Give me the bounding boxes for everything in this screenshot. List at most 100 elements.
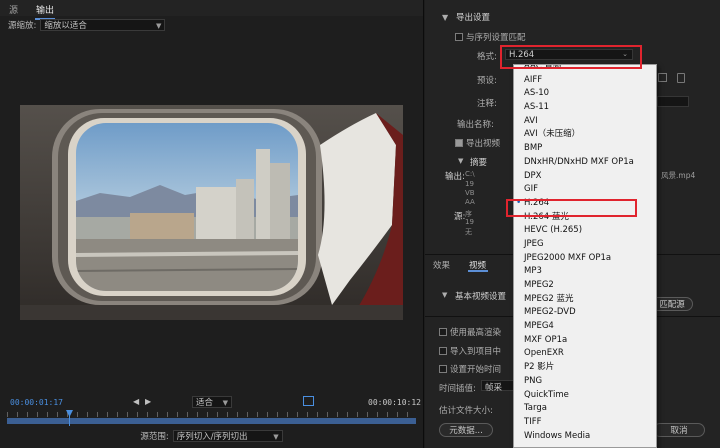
mark-in-button[interactable]: ◀	[133, 397, 139, 406]
tab-effects[interactable]: 效果	[433, 259, 450, 271]
checkbox[interactable]	[455, 33, 463, 41]
source-scaling-dropdown[interactable]: 缩放以适合 ▼	[40, 19, 166, 31]
import-into-project-label: 导入到项目中	[450, 347, 502, 357]
format-option[interactable]: DNxHR/DNxHD MXF OP1a	[514, 156, 656, 170]
format-option[interactable]: DPX	[514, 170, 656, 184]
source-range-dropdown[interactable]: 序列切入/序列切出 ▼	[172, 430, 283, 442]
format-option[interactable]: AS-11	[514, 101, 656, 115]
format-option[interactable]: HEVC (H.265)	[514, 224, 656, 238]
use-max-render-checkbox[interactable]: 使用最高渲染	[439, 326, 501, 338]
duration-timecode: 00:00:10:12	[368, 398, 421, 407]
mark-out-button[interactable]: ▶	[145, 397, 151, 406]
zoom-fit-value: 适合	[196, 398, 214, 408]
delete-preset-icon[interactable]	[677, 73, 685, 83]
collapse-arrow-icon[interactable]: ▼	[458, 157, 463, 165]
match-sequence-label: 与序列设置匹配	[466, 33, 526, 43]
source-range-row: 源范围: 序列切入/序列切出 ▼	[0, 428, 423, 444]
checkbox[interactable]	[439, 328, 447, 336]
summary-heading: 摘要	[470, 158, 488, 168]
monitor-tabs: 源 输出	[0, 0, 423, 20]
format-option[interactable]: AS-10	[514, 87, 656, 101]
h264-highlight-box	[506, 199, 637, 217]
chevron-down-icon: ▼	[222, 399, 228, 407]
chevron-down-icon: ▼	[155, 22, 162, 30]
format-option[interactable]: JPEG2000 MXF OP1a	[514, 252, 656, 266]
output-name-label: 输出名称:	[457, 120, 494, 130]
playhead-line	[69, 414, 70, 426]
export-settings-title: 导出设置	[456, 13, 491, 23]
current-timecode[interactable]: 00:00:01:17	[10, 398, 63, 407]
source-range-value: 序列切入/序列切出	[176, 432, 248, 442]
format-option[interactable]: MPEG2-DVD	[514, 306, 656, 320]
match-source-label: 匹配源	[659, 300, 685, 310]
checkbox[interactable]	[455, 139, 463, 147]
format-option[interactable]: BMP	[514, 142, 656, 156]
video-preview	[20, 105, 403, 320]
output-summary-label: 输出:	[445, 172, 465, 182]
source-detail-line: 无	[465, 228, 472, 236]
format-option[interactable]: MPEG2 蓝光	[514, 293, 656, 307]
preset-label: 预设:	[477, 76, 497, 86]
format-option[interactable]: AVI	[514, 115, 656, 129]
basic-video-settings-heading: 基本视频设置	[455, 292, 507, 302]
source-scaling-value: 缩放以适合	[44, 21, 87, 31]
source-scaling-label: 源缩放:	[8, 21, 37, 31]
format-option[interactable]: AIFF	[514, 74, 656, 88]
format-option[interactable]: AVI（未压缩）	[514, 128, 656, 142]
tab-output[interactable]: 输出	[34, 3, 56, 20]
format-option[interactable]: GIF	[514, 183, 656, 197]
output-filename: 风景.mp4	[661, 171, 696, 180]
format-option[interactable]: MPEG2	[514, 279, 656, 293]
format-option[interactable]: MPEG4	[514, 320, 656, 334]
format-option[interactable]: Targa	[514, 402, 656, 416]
format-label: 格式:	[477, 52, 497, 62]
import-into-project-checkbox[interactable]: 导入到项目中	[439, 345, 501, 357]
format-dropdown-list[interactable]: AAC 音频 AIFF AS-10 AS-11 AVI AVI（未压缩） BMP DNxHR/…	[513, 64, 657, 448]
comment-field[interactable]	[657, 96, 689, 107]
match-sequence-checkbox[interactable]: 与序列设置匹配	[455, 31, 526, 43]
tab-video-underline	[468, 270, 488, 272]
cancel-button[interactable]: 取消	[653, 423, 705, 437]
collapse-arrow-icon[interactable]: ▼	[442, 13, 448, 22]
format-option[interactable]: JPEG	[514, 238, 656, 252]
format-highlight-box	[500, 45, 642, 69]
aspect-toggle-icon[interactable]	[303, 396, 314, 406]
match-source-button[interactable]: 匹配源	[651, 297, 693, 311]
export-video-checkbox[interactable]: 导出视频	[455, 137, 500, 149]
output-path-line: C:\	[465, 170, 475, 178]
cancel-label: 取消	[670, 426, 688, 436]
time-interpolation-label: 时间插值:	[439, 384, 476, 394]
source-scaling-row: 源缩放: 缩放以适合 ▼	[8, 18, 166, 32]
format-option[interactable]: MXF OP1a	[514, 334, 656, 348]
set-start-timecode-checkbox[interactable]: 设置开始时间	[439, 363, 501, 375]
set-start-timecode-label: 设置开始时间	[450, 365, 502, 375]
output-monitor-panel: 源 输出 源缩放: 缩放以适合 ▼ 00:00:01:17 ◀ ▶ 适合 ▼ 0…	[0, 0, 424, 448]
source-summary-label: 源:	[454, 212, 466, 222]
format-option[interactable]: TIFF	[514, 416, 656, 430]
time-interpolation-value: 帧采	[485, 383, 503, 393]
format-option[interactable]: PNG	[514, 375, 656, 389]
format-option[interactable]: P2 影片	[514, 361, 656, 375]
format-option[interactable]: MP3	[514, 265, 656, 279]
metadata-label: 元数据...	[449, 426, 483, 436]
preview-frame-image	[20, 105, 403, 320]
source-detail-line: 19	[465, 218, 474, 226]
zoom-fit-dropdown[interactable]: 适合 ▼	[192, 396, 232, 408]
checkbox[interactable]	[439, 347, 447, 355]
metadata-button[interactable]: 元数据...	[439, 423, 493, 437]
checkbox[interactable]	[439, 365, 447, 373]
use-max-render-label: 使用最高渲染	[450, 328, 502, 338]
collapse-arrow-icon[interactable]: ▼	[442, 291, 447, 299]
source-range-label: 源范围:	[140, 432, 169, 442]
import-preset-icon[interactable]	[658, 73, 667, 82]
output-detail-line: 19	[465, 180, 474, 188]
comment-label: 注释:	[477, 99, 497, 109]
format-option[interactable]: QuickTime	[514, 389, 656, 403]
export-video-label: 导出视频	[466, 139, 501, 149]
chevron-down-icon: ▼	[273, 433, 279, 441]
estimated-size-label: 估计文件大小:	[439, 406, 493, 416]
output-detail-line: AA	[465, 198, 475, 206]
tab-source[interactable]: 源	[9, 3, 18, 16]
format-option[interactable]: OpenEXR	[514, 347, 656, 361]
format-option[interactable]: Windows Media	[514, 430, 656, 444]
